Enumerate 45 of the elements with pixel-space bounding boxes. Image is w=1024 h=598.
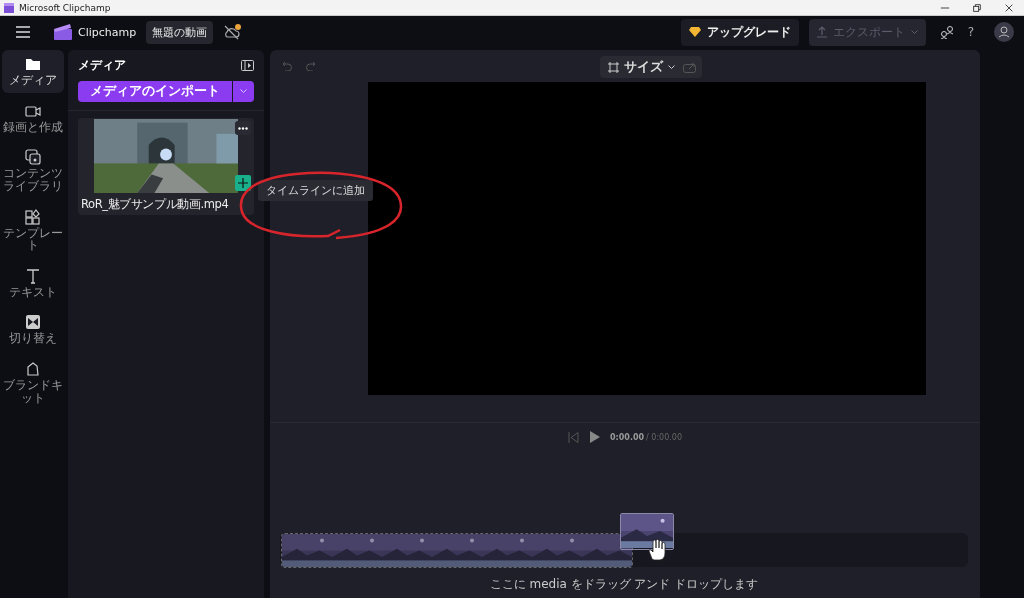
menu-icon[interactable] xyxy=(16,26,30,38)
library-icon xyxy=(25,149,41,166)
app-name: Clipchamp xyxy=(78,25,137,39)
avatar-icon[interactable] xyxy=(994,22,1014,42)
chevron-down-icon xyxy=(668,64,675,70)
hand-cursor-icon xyxy=(647,539,667,561)
sidebar-item[interactable]: テキスト xyxy=(2,261,64,305)
people-icon[interactable] xyxy=(939,25,954,39)
play-icon[interactable] xyxy=(589,431,600,443)
project-title-field[interactable]: 無題の動画 xyxy=(146,20,214,44)
app-icon xyxy=(4,2,14,13)
chevron-down-icon xyxy=(910,29,918,35)
sidebar-item[interactable]: 切り替え xyxy=(2,308,64,352)
sidebar-item[interactable]: ブランドキット xyxy=(2,355,64,411)
total-time: / 0:00.00 xyxy=(646,432,682,442)
sidebar-item[interactable]: コンテンツライブラリ xyxy=(2,143,64,199)
upload-icon xyxy=(816,26,827,38)
help-button[interactable]: ? xyxy=(959,25,982,39)
folder-icon xyxy=(25,56,41,72)
sidebar-item[interactable]: 録画と作成 xyxy=(2,96,64,140)
import-button[interactable]: メディアのインポート xyxy=(78,81,232,102)
template-icon xyxy=(25,208,41,225)
plus-icon xyxy=(238,178,248,188)
ellipsis-icon xyxy=(238,126,248,130)
current-time: 0:00.00 xyxy=(610,432,645,442)
file-name: RoR_魅ブサンプル動画.mp4 xyxy=(80,196,230,212)
upgrade-button[interactable]: アップグレード xyxy=(680,18,799,46)
chevron-down-icon xyxy=(240,89,247,94)
drop-hint: ここに media をドラッグ アンド ドロップします xyxy=(488,576,760,593)
more-options-button[interactable] xyxy=(235,121,251,135)
collapse-panel-icon[interactable] xyxy=(241,59,254,71)
panel-title: メディア xyxy=(78,56,126,74)
sidebar-item[interactable]: テンプレート xyxy=(2,202,64,258)
diamond-icon xyxy=(688,27,701,37)
add-to-timeline-button[interactable] xyxy=(235,175,251,191)
crop-frame-icon xyxy=(608,61,619,73)
text-icon xyxy=(25,267,41,284)
brand-icon xyxy=(25,361,41,378)
restore-icon[interactable] xyxy=(972,2,982,13)
transition-icon xyxy=(25,314,41,331)
close-icon[interactable] xyxy=(1004,2,1014,13)
cloud-off-icon xyxy=(223,24,242,40)
clapper-logo-icon xyxy=(54,24,72,40)
window-title: Microsoft Clipchamp xyxy=(19,2,111,13)
tooltip: タイムラインに追加 xyxy=(258,180,373,201)
